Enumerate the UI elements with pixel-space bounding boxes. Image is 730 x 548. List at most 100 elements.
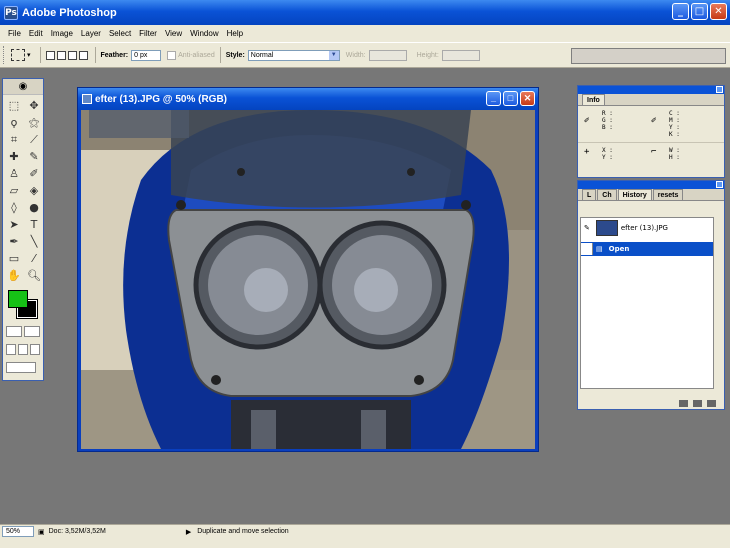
history-step-source-checkbox[interactable] — [581, 243, 593, 255]
foreground-color-swatch[interactable] — [8, 290, 28, 308]
marquee-tool-preset-icon[interactable] — [11, 49, 25, 61]
separator — [94, 47, 96, 63]
document-close-button[interactable]: ✕ — [520, 91, 535, 106]
taskbar-strip — [0, 538, 730, 548]
menu-bar: File Edit Image Layer Select Filter View… — [0, 25, 730, 42]
brush-tool-icon[interactable]: ✎ — [25, 149, 43, 164]
add-to-selection-icon[interactable] — [56, 50, 66, 60]
magic-wand-tool-icon[interactable]: ⚝ — [25, 115, 43, 130]
palette-well[interactable] — [571, 48, 726, 64]
menu-image[interactable]: Image — [47, 29, 77, 38]
height-input[interactable] — [441, 49, 480, 61]
style-select[interactable]: Normal ▼ — [247, 49, 340, 61]
history-brush-tool-icon[interactable]: ✐ — [25, 166, 43, 181]
options-bar: ▾ Feather: 0 px Anti-aliased Style: Norm… — [0, 42, 730, 68]
style-label: Style: — [225, 51, 245, 59]
document-maximize-button[interactable]: □ — [503, 91, 518, 106]
antialiased-checkbox[interactable] — [167, 50, 177, 60]
toolbox-header[interactable]: ◉ — [3, 79, 43, 95]
intersect-selection-icon[interactable] — [78, 50, 88, 60]
menu-view[interactable]: View — [161, 29, 186, 38]
preset-dropdown-icon[interactable]: ▾ — [27, 51, 31, 59]
menu-select[interactable]: Select — [105, 29, 135, 38]
eraser-tool-icon[interactable]: ▱ — [5, 183, 23, 198]
document-info-icon[interactable]: ▣ — [38, 528, 45, 536]
eyedropper-tool-icon[interactable]: ⁄ — [25, 251, 43, 266]
tab-info[interactable]: Info — [582, 94, 605, 105]
info-palette-header[interactable] — [578, 86, 724, 94]
healing-brush-tool-icon[interactable]: ✚ — [5, 149, 23, 164]
app-title: Adobe Photoshop — [22, 6, 117, 19]
antialiased-label: Anti-aliased — [178, 51, 215, 59]
zoom-level-input[interactable]: 50% — [2, 526, 34, 537]
history-step[interactable]: ▤ Open — [581, 242, 713, 256]
menu-filter[interactable]: Filter — [135, 29, 161, 38]
document-size: Doc: 3,52M/3,52M — [48, 528, 106, 535]
selection-size-icon: ⌐ — [651, 147, 657, 157]
rgb-readout: R : G : B : — [602, 110, 613, 131]
menu-window[interactable]: Window — [186, 29, 222, 38]
history-snapshot[interactable]: ✎ efter (13).JPG — [581, 218, 713, 238]
tab-history[interactable]: History — [617, 189, 652, 200]
document-icon: ▤ — [596, 245, 603, 253]
tab-layers[interactable]: L — [582, 189, 597, 200]
document-minimize-button[interactable]: _ — [486, 91, 501, 106]
new-snapshot-icon[interactable] — [693, 399, 702, 407]
type-tool-icon[interactable]: T — [25, 217, 43, 232]
tab-channels[interactable]: Ch — [597, 189, 617, 200]
hand-tool-icon[interactable]: ✋ — [5, 268, 23, 283]
tab-presets[interactable]: resets — [652, 189, 684, 200]
maximize-button[interactable]: □ — [691, 3, 708, 20]
history-brush-source-icon[interactable]: ✎ — [584, 224, 590, 232]
history-palette-close-button[interactable] — [716, 181, 723, 188]
screen-mode-full-menu-icon[interactable] — [18, 344, 28, 355]
dodge-tool-icon[interactable]: ● — [25, 200, 43, 215]
minimize-button[interactable]: _ — [672, 3, 689, 20]
document-window: efter (13).JPG @ 50% (RGB) _ □ ✕ — [77, 87, 539, 452]
move-tool-icon[interactable]: ✥ — [25, 98, 43, 113]
width-input[interactable] — [368, 49, 407, 61]
info-arrow-icon[interactable]: ▶ — [186, 528, 191, 536]
lasso-tool-icon[interactable]: ϙ — [5, 115, 23, 130]
blur-tool-icon[interactable]: ◊ — [5, 200, 23, 215]
quick-mask-mode-icon[interactable] — [24, 326, 40, 337]
menu-help[interactable]: Help — [223, 29, 247, 38]
menu-file[interactable]: File — [4, 29, 25, 38]
new-document-from-state-icon[interactable] — [679, 399, 688, 407]
feather-input[interactable]: 0 px — [131, 49, 162, 61]
screen-mode-full-icon[interactable] — [30, 344, 40, 355]
standard-mode-icon[interactable] — [6, 326, 22, 337]
document-titlebar[interactable]: efter (13).JPG @ 50% (RGB) _ □ ✕ — [78, 88, 538, 110]
crosshair-icon: + — [584, 147, 590, 157]
new-selection-icon[interactable] — [45, 50, 55, 60]
menu-layer[interactable]: Layer — [77, 29, 105, 38]
crop-tool-icon[interactable]: ⌗ — [5, 132, 23, 147]
path-selection-tool-icon[interactable]: ➤ — [5, 217, 23, 232]
marquee-tool-icon[interactable]: ⬚ — [5, 98, 23, 113]
history-palette-header[interactable] — [578, 181, 724, 189]
trash-icon[interactable] — [707, 399, 716, 407]
height-label: Height: — [416, 51, 439, 59]
width-label: Width: — [345, 51, 366, 59]
options-grip[interactable] — [3, 46, 7, 64]
pen-tool-icon[interactable]: ✒ — [5, 234, 23, 249]
document-icon — [82, 94, 92, 104]
paint-bucket-tool-icon[interactable]: ◈ — [25, 183, 43, 198]
menu-edit[interactable]: Edit — [25, 29, 47, 38]
slice-tool-icon[interactable]: ⟋ — [25, 132, 43, 147]
notes-tool-icon[interactable]: ▭ — [5, 251, 23, 266]
history-list: ✎ efter (13).JPG ▤ Open — [580, 217, 714, 389]
canvas-image[interactable] — [81, 110, 535, 449]
line-tool-icon[interactable]: ╲ — [25, 234, 43, 249]
zoom-tool-icon[interactable]: 🔍︎ — [25, 268, 43, 283]
wh-readout: W : H : — [669, 147, 680, 161]
clone-stamp-tool-icon[interactable]: ♙ — [5, 166, 23, 181]
jump-to-imageready-icon[interactable] — [6, 362, 36, 373]
close-button[interactable]: ✕ — [710, 3, 727, 20]
subtract-selection-icon[interactable] — [67, 50, 77, 60]
screen-mode-standard-icon[interactable] — [6, 344, 16, 355]
feather-label: Feather: — [100, 51, 129, 59]
info-palette-close-button[interactable] — [716, 86, 723, 93]
eyedropper-icon: ✐ — [651, 116, 657, 126]
style-select-value: Normal — [250, 51, 274, 59]
